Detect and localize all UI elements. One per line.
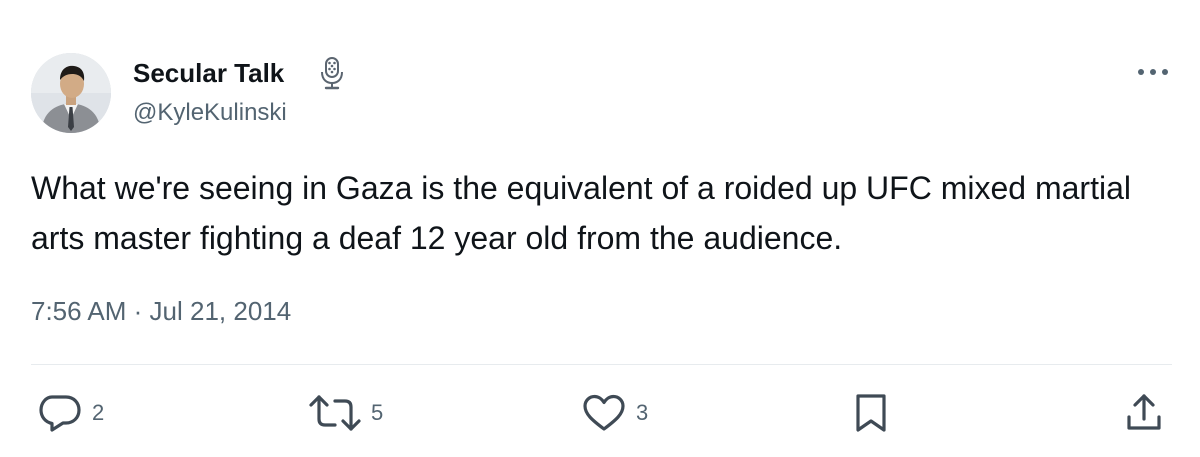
heart-icon xyxy=(583,394,625,431)
like-count: 3 xyxy=(636,400,649,425)
more-options-icon[interactable] xyxy=(1135,60,1171,84)
share-button[interactable] xyxy=(1124,393,1164,433)
retweet-icon xyxy=(309,395,361,431)
microphone-icon xyxy=(321,57,343,90)
bookmark-icon xyxy=(856,394,886,432)
share-icon xyxy=(1127,394,1161,430)
tweet-text: What we're seeing in Gaza is the equival… xyxy=(31,170,1131,256)
tweet-time[interactable]: 7:56 AM xyxy=(31,296,126,326)
author-handle[interactable]: @KyleKulinski xyxy=(133,99,287,127)
reply-count: 2 xyxy=(92,400,105,425)
bookmark-button[interactable] xyxy=(853,393,889,433)
tweet-card: Secular Talk @KyleKulinski What we're se… xyxy=(0,0,1200,457)
tweet-date[interactable]: Jul 21, 2014 xyxy=(150,296,292,326)
divider xyxy=(31,364,1172,365)
retweet-button[interactable]: 5 xyxy=(309,393,383,433)
retweet-count: 5 xyxy=(371,400,384,425)
avatar-photo xyxy=(31,53,111,133)
reply-icon xyxy=(39,395,81,432)
reply-button[interactable]: 2 xyxy=(38,393,104,433)
timestamp-separator: · xyxy=(133,296,143,326)
avatar[interactable] xyxy=(31,53,111,133)
author-display-name[interactable]: Secular Talk xyxy=(133,58,284,88)
tweet-timestamp: 7:56 AM · Jul 21, 2014 xyxy=(31,295,291,327)
like-button[interactable]: 3 xyxy=(582,393,648,433)
